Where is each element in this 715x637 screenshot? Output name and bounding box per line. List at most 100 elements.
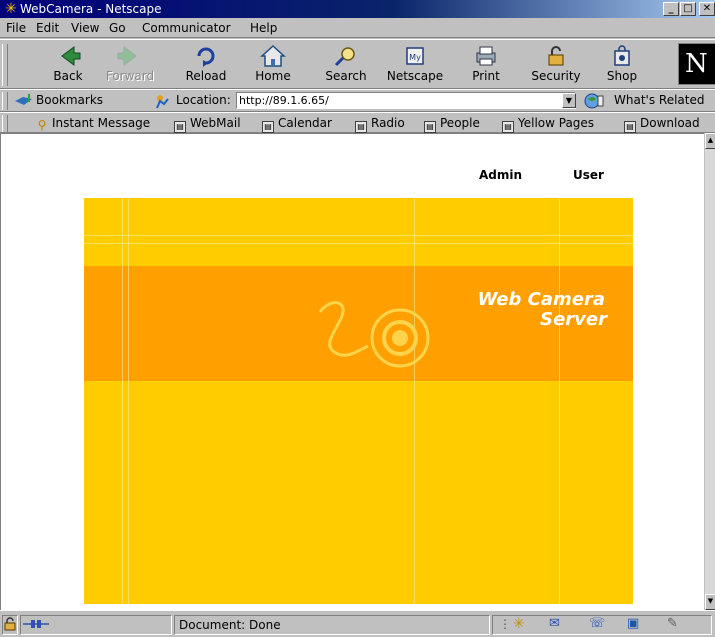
minimize-button[interactable]: _	[663, 2, 679, 16]
netscape-label: Netscape	[386, 69, 444, 83]
home-icon	[260, 44, 286, 67]
whats-related-button[interactable]: What's Related	[614, 93, 704, 107]
security-lock-status[interactable]	[2, 615, 18, 635]
toolbar-grip[interactable]	[2, 92, 8, 110]
person-icon: ⚲	[37, 118, 47, 132]
download-button[interactable]: ▤ Download	[624, 115, 700, 133]
netscape-app-icon: ✳	[5, 1, 17, 17]
user-link[interactable]: User	[573, 168, 604, 182]
calendar-label: Calendar	[278, 116, 332, 130]
instant-message-label: Instant Message	[52, 116, 151, 130]
webmail-button[interactable]: ▤ WebMail	[174, 115, 241, 133]
print-label: Print	[472, 69, 500, 83]
url-dropdown-button[interactable]: ▼	[562, 93, 576, 108]
toolbar-grip[interactable]	[2, 44, 8, 86]
banner-grid-line	[559, 198, 560, 604]
netscape-logo[interactable]: N	[678, 43, 715, 85]
print-icon	[476, 46, 496, 66]
my-netscape-icon: My	[406, 47, 424, 65]
toolbar-grip[interactable]	[2, 115, 8, 132]
bookmark-page-icon: ▤	[502, 121, 514, 133]
component-bar: ⋮ ✳ ✉ ☏ ▣ ✎	[492, 615, 712, 635]
radio-button[interactable]: ▤ Radio	[355, 115, 405, 133]
people-button[interactable]: ▤ People	[424, 115, 480, 133]
composer-icon[interactable]: ▣	[627, 616, 639, 631]
reload-label: Reload	[185, 69, 227, 83]
reload-icon	[197, 47, 215, 67]
personal-toolbar: ⚲ Instant Message ▤ WebMail ▤ Calendar ▤ Rad…	[0, 112, 715, 133]
status-message: Document: Done	[179, 618, 281, 632]
url-input[interactable]: http://89.1.6.65/	[236, 92, 576, 109]
close-button[interactable]: ✕	[699, 2, 715, 16]
search-label: Search	[325, 69, 367, 83]
lock-icon	[4, 617, 16, 631]
back-arrow-icon	[61, 46, 81, 66]
banner-grid-line	[128, 198, 129, 604]
home-button[interactable]: Home	[253, 43, 293, 87]
menu-edit[interactable]: Edit	[36, 21, 59, 35]
back-button[interactable]: Back	[48, 43, 88, 87]
maximize-button[interactable]: □	[680, 2, 696, 16]
menu-file[interactable]: File	[6, 21, 26, 35]
lock-icon	[548, 46, 564, 66]
navigation-toolbar: Back Forward Reload Home Search My Netsc…	[0, 39, 715, 89]
download-label: Download	[640, 116, 700, 130]
scroll-down-button[interactable]: ▼	[705, 594, 715, 610]
plug-icon	[23, 620, 49, 628]
shop-label: Shop	[606, 69, 638, 83]
bookmark-page-icon: ▤	[262, 121, 274, 133]
people-label: People	[440, 116, 480, 130]
location-label: Location:	[176, 93, 231, 107]
pen-icon[interactable]: ✎	[667, 616, 678, 631]
forward-button[interactable]: Forward	[104, 43, 156, 87]
print-button[interactable]: Print	[466, 43, 506, 87]
webcamera-banner: Web Camera Server	[84, 198, 633, 604]
status-message-cell: Document: Done	[174, 615, 490, 635]
search-button[interactable]: Search	[320, 43, 372, 87]
connection-status	[20, 615, 172, 635]
reload-button[interactable]: Reload	[181, 43, 231, 87]
svg-text:My: My	[409, 53, 421, 62]
menu-go[interactable]: Go	[109, 21, 126, 35]
whats-related-icon[interactable]	[583, 92, 605, 110]
vertical-scrollbar[interactable]: ▲ ▼	[704, 133, 715, 610]
bookmarks-icon[interactable]	[14, 93, 34, 109]
banner-grid-line	[414, 198, 415, 604]
webmail-label: WebMail	[190, 116, 241, 130]
bookmark-page-icon: ▤	[355, 121, 367, 133]
home-label: Home	[255, 69, 291, 83]
scroll-up-button[interactable]: ▲	[705, 133, 715, 149]
banner-title-line1: Web Camera	[477, 289, 605, 310]
security-label: Security	[531, 69, 581, 83]
banner-grid-line	[122, 198, 123, 604]
banner-title-line2: Server	[540, 309, 607, 330]
bookmark-page-icon: ▤	[624, 121, 636, 133]
shop-button[interactable]: Shop	[604, 43, 640, 87]
location-icon[interactable]	[153, 93, 171, 109]
forward-arrow-icon	[117, 46, 137, 66]
page-content: Admin User Web Camera Server	[0, 133, 704, 610]
location-toolbar: Bookmarks Location: http://89.1.6.65/ ▼ …	[0, 89, 715, 112]
mail-icon[interactable]: ✉	[549, 616, 560, 631]
forward-label: Forward	[105, 69, 155, 83]
menu-help[interactable]: Help	[250, 21, 277, 35]
menu-communicator[interactable]: Communicator	[142, 21, 231, 35]
back-label: Back	[53, 69, 83, 83]
admin-link[interactable]: Admin	[479, 168, 522, 182]
yellow-pages-label: Yellow Pages	[518, 116, 595, 130]
navigator-icon[interactable]: ✳	[513, 616, 525, 632]
camera-logo-icon	[318, 301, 430, 368]
banner-grid-line	[84, 243, 633, 244]
component-grip-icon: ⋮	[499, 617, 511, 631]
calendar-button[interactable]: ▤ Calendar	[262, 115, 332, 133]
bookmark-page-icon: ▤	[424, 121, 436, 133]
discussion-icon[interactable]: ☏	[589, 616, 605, 631]
menu-view[interactable]: View	[71, 21, 99, 35]
menu-bar: File Edit View Go Communicator Help	[0, 18, 715, 38]
instant-message-button[interactable]: ⚲ Instant Message	[36, 115, 151, 132]
netscape-button[interactable]: My Netscape	[385, 43, 445, 87]
bookmarks-button[interactable]: Bookmarks	[36, 93, 103, 107]
security-button[interactable]: Security	[528, 43, 584, 87]
yellow-pages-button[interactable]: ▤ Yellow Pages	[502, 115, 594, 133]
shop-bag-icon	[614, 45, 630, 66]
